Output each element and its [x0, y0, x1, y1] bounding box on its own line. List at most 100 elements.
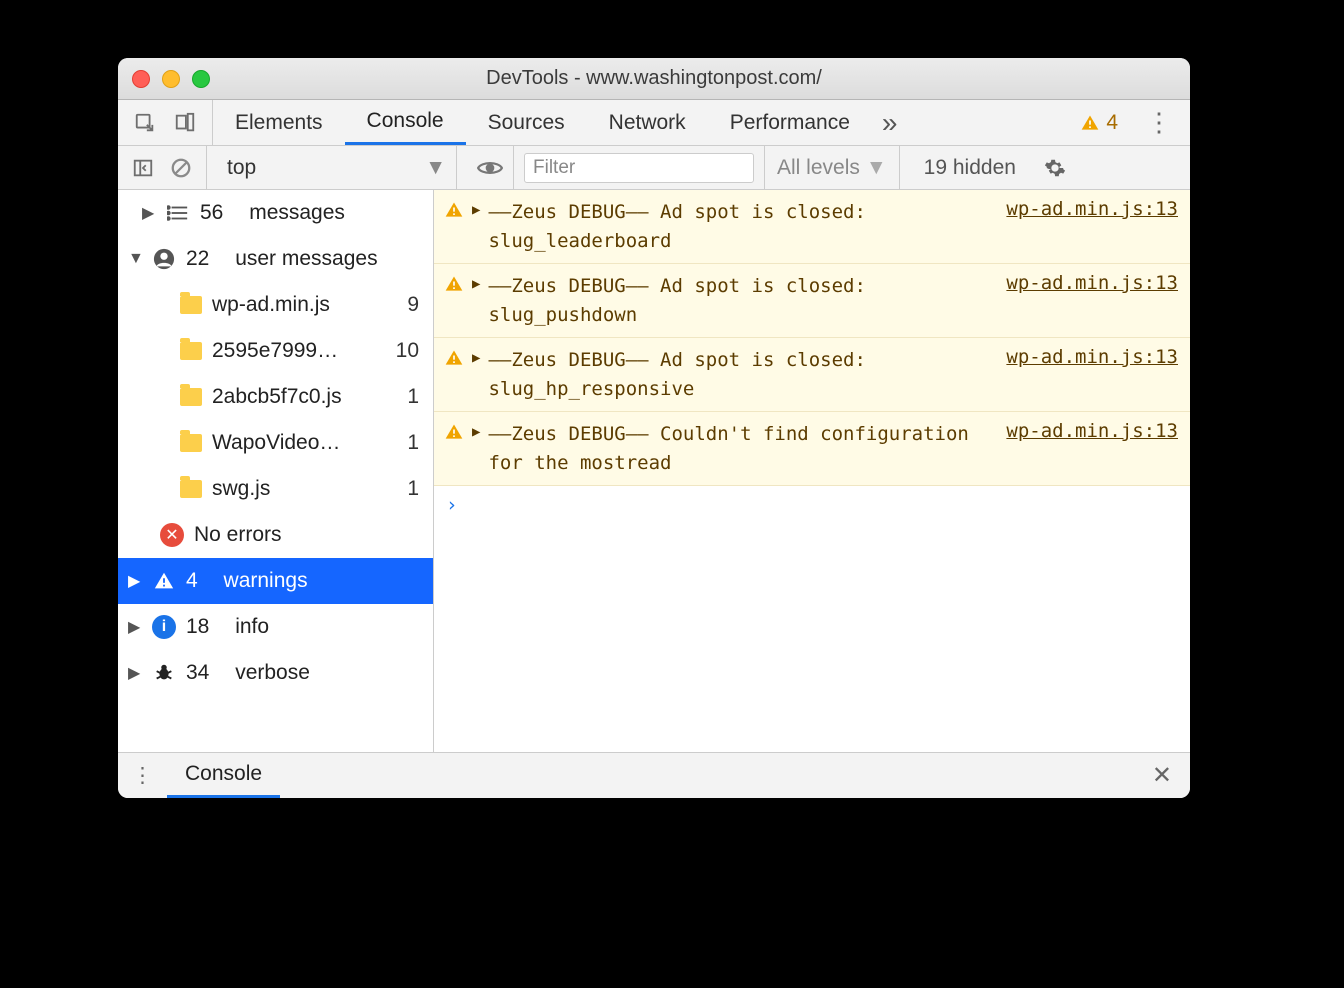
close-drawer-icon[interactable]: ✕ — [1134, 761, 1190, 790]
context-selector[interactable]: top ▼ — [217, 146, 457, 189]
log-levels-dropdown[interactable]: All levels ▼ — [764, 146, 900, 189]
expand-arrow-icon[interactable]: ▶ — [472, 202, 480, 218]
warning-triangle-icon — [444, 348, 464, 368]
user-icon — [152, 247, 176, 271]
folder-icon — [180, 296, 202, 314]
warning-triangle-icon — [1080, 113, 1100, 133]
levels-label: All levels — [777, 156, 860, 180]
sidebar-file-2[interactable]: 2abcb5f7c0.js 1 — [118, 374, 433, 420]
list-icon — [166, 201, 190, 225]
file-count: 9 — [407, 293, 419, 317]
file-name: WapoVideo… — [212, 431, 340, 455]
sidebar-info[interactable]: ▶ i 18 info — [118, 604, 433, 650]
verbose-label: verbose — [235, 661, 310, 685]
message-source-link[interactable]: wp-ad.min.js:13 — [1006, 346, 1178, 368]
file-name: swg.js — [212, 477, 270, 501]
tab-console[interactable]: Console — [345, 100, 466, 145]
folder-icon — [180, 480, 202, 498]
info-count: 18 — [186, 615, 209, 639]
warnings-badge-count: 4 — [1106, 111, 1118, 135]
warning-icon — [152, 569, 176, 593]
errors-label: No errors — [194, 523, 282, 547]
sidebar-errors[interactable]: ✕ No errors — [118, 512, 433, 558]
console-message[interactable]: ▶ ––Zeus DEBUG–– Ad spot is closed: slug… — [434, 338, 1190, 412]
expand-arrow-icon[interactable]: ▶ — [472, 276, 480, 292]
more-tabs-button[interactable]: » — [872, 107, 908, 139]
titlebar: DevTools - www.washingtonpost.com/ — [118, 58, 1190, 100]
hidden-count[interactable]: 19 hidden — [910, 156, 1030, 180]
messages-count: 56 — [200, 201, 223, 225]
tab-performance[interactable]: Performance — [708, 100, 872, 145]
sidebar-user-messages[interactable]: ▼ 22 user messages — [118, 236, 433, 282]
warnings-badge[interactable]: 4 — [1070, 111, 1128, 135]
file-count: 10 — [396, 339, 419, 363]
warning-triangle-icon — [444, 422, 464, 442]
user-count: 22 — [186, 247, 209, 271]
tab-elements[interactable]: Elements — [213, 100, 345, 145]
message-text: ––Zeus DEBUG–– Ad spot is closed: slug_p… — [488, 272, 998, 329]
live-expressions-icon[interactable] — [467, 146, 514, 189]
chevron-down-icon: ▼ — [866, 156, 887, 180]
sidebar-file-4[interactable]: swg.js 1 — [118, 466, 433, 512]
sidebar-verbose[interactable]: ▶ 34 verbose — [118, 650, 433, 696]
info-label: info — [235, 615, 269, 639]
toggle-sidebar-icon[interactable] — [130, 155, 156, 181]
file-count: 1 — [407, 477, 419, 501]
console-message[interactable]: ▶ ––Zeus DEBUG–– Ad spot is closed: slug… — [434, 190, 1190, 264]
main-tabbar: Elements Console Sources Network Perform… — [118, 100, 1190, 146]
sidebar-file-1[interactable]: 2595e7999… 10 — [118, 328, 433, 374]
kebab-menu-icon[interactable]: ⋮ — [1128, 107, 1190, 138]
sidebar-warnings[interactable]: ▶ 4 warnings — [118, 558, 433, 604]
message-text: ––Zeus DEBUG–– Ad spot is closed: slug_l… — [488, 198, 998, 255]
sidebar-file-3[interactable]: WapoVideo… 1 — [118, 420, 433, 466]
device-toolbar-icon[interactable] — [172, 110, 198, 136]
message-text: ––Zeus DEBUG–– Ad spot is closed: slug_h… — [488, 346, 998, 403]
drawer: ⋮ Console ✕ — [118, 752, 1190, 798]
warning-triangle-icon — [444, 200, 464, 220]
console-message[interactable]: ▶ ––Zeus DEBUG–– Ad spot is closed: slug… — [434, 264, 1190, 338]
message-source-link[interactable]: wp-ad.min.js:13 — [1006, 198, 1178, 220]
filter-input[interactable]: Filter — [524, 153, 754, 183]
expand-arrow-icon: ▶ — [128, 663, 142, 683]
message-source-link[interactable]: wp-ad.min.js:13 — [1006, 420, 1178, 442]
bug-icon — [152, 661, 176, 685]
drawer-tab-console[interactable]: Console — [167, 753, 280, 798]
folder-icon — [180, 388, 202, 406]
expand-arrow-icon[interactable]: ▶ — [472, 424, 480, 440]
console-body: ▶ 56 messages ▼ 22 user messages wp-ad.m… — [118, 190, 1190, 752]
tab-network[interactable]: Network — [587, 100, 708, 145]
devtools-window: DevTools - www.washingtonpost.com/ Eleme… — [118, 58, 1190, 798]
messages-label: messages — [249, 201, 345, 225]
console-prompt[interactable]: › — [434, 486, 1190, 524]
expand-arrow-icon: ▶ — [128, 571, 142, 591]
verbose-count: 34 — [186, 661, 209, 685]
warnings-count: 4 — [186, 569, 198, 593]
file-count: 1 — [407, 385, 419, 409]
console-toolbar: top ▼ Filter All levels ▼ 19 hidden — [118, 146, 1190, 190]
expand-arrow-icon: ▶ — [142, 203, 156, 223]
inspect-element-icon[interactable] — [132, 110, 158, 136]
folder-icon — [180, 434, 202, 452]
info-icon: i — [152, 615, 176, 639]
drawer-menu-icon[interactable]: ⋮ — [118, 763, 167, 788]
error-icon: ✕ — [160, 523, 184, 547]
sidebar-messages[interactable]: ▶ 56 messages — [118, 190, 433, 236]
chevron-down-icon: ▼ — [425, 156, 446, 180]
console-output: ▶ ––Zeus DEBUG–– Ad spot is closed: slug… — [434, 190, 1190, 752]
file-name: wp-ad.min.js — [212, 293, 330, 317]
clear-console-icon[interactable] — [168, 155, 194, 181]
console-sidebar: ▶ 56 messages ▼ 22 user messages wp-ad.m… — [118, 190, 434, 752]
collapse-arrow-icon: ▼ — [128, 250, 142, 268]
file-count: 1 — [407, 431, 419, 455]
filter-placeholder: Filter — [533, 157, 575, 179]
context-label: top — [227, 156, 256, 180]
console-message[interactable]: ▶ ––Zeus DEBUG–– Couldn't find configura… — [434, 412, 1190, 486]
file-name: 2595e7999… — [212, 339, 338, 363]
folder-icon — [180, 342, 202, 360]
message-source-link[interactable]: wp-ad.min.js:13 — [1006, 272, 1178, 294]
gear-icon[interactable] — [1040, 157, 1070, 179]
warnings-label: warnings — [224, 569, 308, 593]
expand-arrow-icon[interactable]: ▶ — [472, 350, 480, 366]
sidebar-file-0[interactable]: wp-ad.min.js 9 — [118, 282, 433, 328]
tab-sources[interactable]: Sources — [466, 100, 587, 145]
